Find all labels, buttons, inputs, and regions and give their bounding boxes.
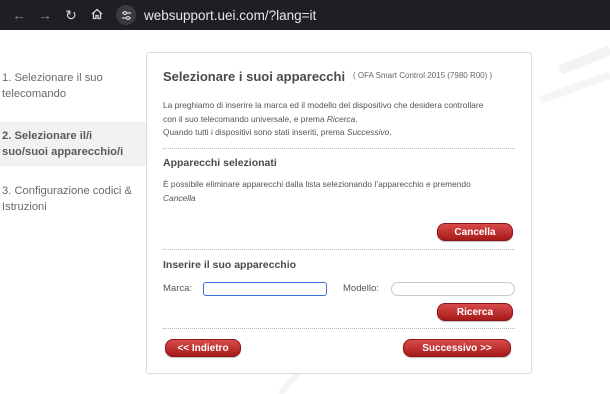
search-button[interactable]: Ricerca xyxy=(437,303,513,321)
address-bar[interactable]: websupport.uei.com/?lang=it xyxy=(144,8,316,23)
model-input[interactable] xyxy=(391,282,515,296)
divider xyxy=(163,249,515,250)
intro-text: La preghiamo di inserire la marca ed il … xyxy=(163,100,484,137)
device-selection-panel: Selezionare i suoi apparecchi ( OFA Smar… xyxy=(146,52,532,374)
remote-model-subtitle: ( OFA Smart Control 2015 (7980 R00) ) xyxy=(353,71,493,80)
browser-toolbar: ← → ↻ websupport.uei.com/?lang=it xyxy=(0,0,610,30)
step-select-remote[interactable]: 1. Selezionare il suo telecomando xyxy=(0,70,140,102)
back-arrow-icon[interactable]: ← xyxy=(6,7,32,23)
panel-title: Selezionare i suoi apparecchi xyxy=(163,69,346,84)
selected-devices-help: È possibile eliminare apparecchi dalla l… xyxy=(163,179,471,203)
brand-label: Marca: xyxy=(163,283,193,294)
selected-devices-heading: Apparecchi selezionati xyxy=(163,157,277,169)
insert-device-heading: Inserire il suo apparecchio xyxy=(163,259,297,271)
back-button[interactable]: << Indietro xyxy=(165,339,241,357)
step-select-devices[interactable]: 2. Selezionare il/i suo/suoi apparecchio… xyxy=(0,122,146,166)
model-label: Modello: xyxy=(343,283,379,294)
brand-input[interactable] xyxy=(203,282,327,296)
next-button[interactable]: Successivo >> xyxy=(403,339,511,357)
delete-button[interactable]: Cancella xyxy=(437,223,513,241)
divider xyxy=(163,148,515,149)
reload-icon[interactable]: ↻ xyxy=(58,7,84,24)
divider xyxy=(163,328,515,329)
home-icon[interactable] xyxy=(84,7,110,23)
site-settings-icon[interactable] xyxy=(116,5,136,25)
page-content: 1. Selezionare il suo telecomando 2. Sel… xyxy=(0,30,610,394)
forward-arrow-icon[interactable]: → xyxy=(32,7,58,23)
step-config-codes[interactable]: 3. Configurazione codici & Istruzioni xyxy=(0,183,140,215)
